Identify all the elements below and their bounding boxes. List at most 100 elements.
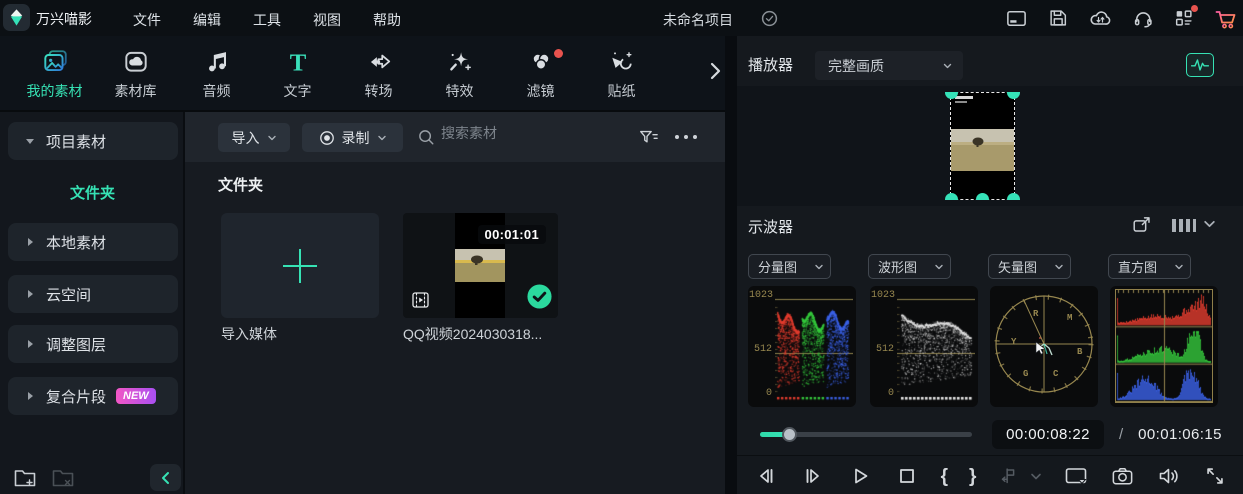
tab-stock-media[interactable]: 素材库 (95, 36, 176, 110)
vectorscope: R M Y B G C (990, 286, 1098, 407)
seek-slider-knob[interactable] (782, 427, 797, 442)
scope-selector-histogram[interactable]: 直方图 (1108, 254, 1191, 279)
new-folder-icon[interactable] (12, 464, 38, 490)
save-icon[interactable] (1046, 6, 1070, 30)
mark-in-button[interactable]: { (941, 467, 948, 486)
notification-dot (1191, 5, 1198, 12)
preview-viewport (737, 86, 1243, 206)
scope-selector-label: 矢量图 (998, 260, 1038, 275)
scale-label: 1023 (871, 290, 896, 301)
sidebar-item-local-media[interactable]: 本地素材 (8, 223, 178, 261)
menu-edit[interactable]: 编辑 (193, 10, 221, 30)
tab-effects[interactable]: 特效 (419, 36, 500, 110)
selection-handle[interactable] (1007, 193, 1020, 200)
support-headset-icon[interactable] (1130, 6, 1154, 30)
search-icon (419, 130, 434, 145)
tab-audio[interactable]: 音频 (176, 36, 257, 110)
scopes-chevron-icon[interactable] (1203, 219, 1216, 229)
sidebar-item-compound-clip[interactable]: 复合片段 NEW (8, 377, 178, 415)
layout-icon[interactable] (1004, 6, 1028, 30)
more-options-icon[interactable] (674, 134, 698, 140)
transitions-icon (370, 54, 390, 68)
effects-icon (449, 51, 471, 71)
previous-frame-button[interactable] (753, 463, 779, 489)
next-frame-button[interactable] (800, 463, 826, 489)
tab-label: 音频 (202, 82, 231, 99)
record-button-label: 录制 (341, 129, 370, 146)
time-display: 00:00:08:22 / 00:01:06:15 (992, 420, 1222, 449)
pop-out-icon[interactable] (1131, 214, 1153, 236)
selected-check-icon (526, 283, 553, 310)
plus-icon (283, 248, 317, 283)
quality-dropdown[interactable]: 完整画质 (815, 51, 963, 80)
scopes-title: 示波器 (748, 219, 794, 236)
display-device-button[interactable] (1063, 463, 1089, 489)
scopes-header: 示波器 (737, 206, 1243, 250)
waveform-canvas (897, 289, 975, 403)
snapshot-button[interactable] (1110, 464, 1135, 489)
search-input[interactable] (441, 125, 621, 141)
record-button[interactable]: 录制 (302, 123, 403, 152)
record-icon (319, 130, 334, 145)
filmora-window: 万兴喵影 文件 编辑 工具 视图 帮助 未命名项目 我的素材 素材库 音频 T … (0, 0, 1243, 494)
delete-folder-icon[interactable] (50, 464, 76, 490)
collapse-sidebar-button[interactable] (150, 464, 181, 491)
scale-label: 1023 (749, 290, 774, 301)
marker-button (997, 464, 1021, 488)
scope-layout-icon[interactable] (1171, 218, 1197, 233)
group-title: 文件夹 (218, 177, 264, 194)
scope-toggle-button[interactable] (1186, 53, 1214, 77)
tab-label: 滤镜 (526, 82, 555, 99)
scope-selector-waveform[interactable]: 波形图 (868, 254, 951, 279)
import-media-tile[interactable] (221, 213, 379, 318)
filter-icon[interactable] (637, 127, 659, 147)
import-button[interactable]: 导入 (218, 123, 290, 152)
cloud-sync-icon[interactable] (1088, 6, 1112, 30)
media-tabbar: 我的素材 素材库 音频 T 文字 转场 特效 滤镜 贴纸 (0, 36, 725, 112)
tab-label: 转场 (364, 82, 393, 99)
scope-selector-parade[interactable]: 分量图 (748, 254, 831, 279)
menu-file[interactable]: 文件 (133, 10, 161, 30)
more-tabs-chevron[interactable] (704, 58, 726, 84)
mark-out-button[interactable]: } (969, 467, 976, 486)
tab-stickers[interactable]: 贴纸 (581, 36, 662, 110)
menu-view[interactable]: 视图 (313, 10, 341, 30)
sidebar-item-folder[interactable]: 文件夹 (0, 182, 185, 203)
stop-button[interactable] (894, 463, 920, 489)
tab-text[interactable]: T 文字 (257, 36, 338, 110)
video-frame (951, 129, 1014, 171)
scope-selector-vectorscope[interactable]: 矢量图 (988, 254, 1071, 279)
clip-duration-badge: 00:01:01 (477, 225, 546, 244)
selection-handle[interactable] (1007, 92, 1020, 99)
tab-filters[interactable]: 滤镜 (500, 36, 581, 110)
cart-icon[interactable] (1214, 6, 1238, 30)
project-title[interactable]: 未命名项目 (663, 10, 733, 30)
video-watermark (955, 96, 973, 99)
histogram-scope (1110, 286, 1218, 407)
sidebar-item-label: 本地素材 (46, 234, 107, 252)
fullscreen-button[interactable] (1203, 464, 1227, 488)
tab-transitions[interactable]: 转场 (338, 36, 419, 110)
waveform-icon (1190, 59, 1210, 71)
selection-handle[interactable] (976, 193, 989, 200)
vectorscope-label-m: M (1067, 313, 1073, 323)
media-clip-tile[interactable]: 00:01:01 (403, 213, 558, 318)
menu-tools[interactable]: 工具 (253, 10, 281, 30)
preview-video-selection[interactable] (945, 92, 1020, 200)
sidebar-item-cloud-space[interactable]: 云空间 (8, 275, 178, 313)
tab-my-media[interactable]: 我的素材 (14, 36, 95, 110)
volume-button[interactable] (1156, 463, 1182, 489)
sidebar-item-adjustment-layer[interactable]: 调整图层 (8, 325, 178, 363)
caret-down-icon (24, 135, 46, 147)
tab-label: 特效 (445, 82, 474, 99)
chevron-down-icon (267, 135, 276, 140)
chevron-down-icon (935, 264, 943, 269)
sidebar-item-project-media[interactable]: 项目素材 (8, 122, 178, 160)
play-button[interactable] (847, 463, 873, 489)
sidebar-item-label: 项目素材 (46, 133, 107, 151)
selection-handle[interactable] (945, 193, 958, 200)
apps-grid-icon[interactable] (1172, 5, 1198, 30)
histogram-frame (1115, 289, 1213, 403)
menu-help[interactable]: 帮助 (373, 10, 401, 30)
sidebar-item-label: 调整图层 (46, 336, 107, 354)
